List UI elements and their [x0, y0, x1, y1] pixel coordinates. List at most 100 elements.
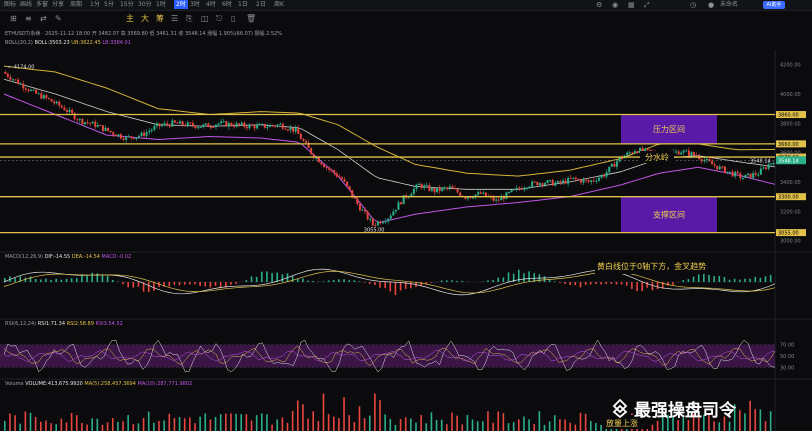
volume-bar — [327, 414, 330, 431]
candle-body — [202, 124, 205, 128]
candle-body — [173, 120, 176, 123]
macd-bar — [651, 282, 654, 291]
candle-body — [726, 171, 729, 174]
candle-body — [582, 179, 585, 183]
candle-body — [523, 188, 526, 190]
candle-body — [297, 127, 300, 134]
candle-body — [335, 173, 338, 177]
macd-bar — [194, 282, 196, 285]
macd-bar — [276, 272, 279, 282]
macd-bar — [625, 282, 628, 286]
volume-bar — [404, 417, 407, 431]
candle-body — [646, 148, 649, 150]
volume-bar — [374, 393, 376, 431]
macd-bar — [728, 279, 731, 282]
candle-body — [222, 121, 225, 123]
volume-bar — [132, 424, 135, 431]
price-axis-tick: 4000.00 — [780, 92, 801, 98]
candle-body — [536, 181, 539, 186]
volume-bar — [466, 414, 469, 431]
macd-bar — [358, 281, 361, 282]
candle-body — [333, 170, 336, 174]
candle-body — [55, 101, 58, 104]
volume-bar — [291, 410, 294, 431]
macd-bar — [230, 282, 232, 285]
candle-body — [446, 187, 449, 189]
macd-bar — [122, 282, 124, 285]
macd-bar — [656, 282, 659, 290]
price-chart[interactable]: 3860.003660.003570.003300.003055.003548.… — [0, 0, 812, 431]
candle-body — [376, 221, 379, 226]
rsi-axis-tick: 70.00 — [780, 343, 794, 349]
candle-body — [325, 167, 328, 169]
macd-bar — [322, 281, 325, 282]
candle-body — [579, 179, 582, 183]
candle-body — [351, 190, 354, 197]
volume-bar — [553, 415, 556, 431]
candle-body — [328, 167, 331, 170]
candle-body — [81, 119, 84, 125]
candle-body — [556, 180, 559, 183]
volume-bar — [50, 423, 52, 431]
candle-body — [711, 161, 714, 165]
candle-body — [559, 180, 562, 183]
candle-body — [752, 173, 755, 178]
volume-bar — [487, 411, 489, 431]
volume-bar — [230, 413, 232, 431]
candle-body — [731, 171, 734, 177]
candle-body — [310, 147, 313, 155]
candle-body — [76, 119, 79, 121]
volume-bar — [106, 422, 109, 431]
macd-bar — [209, 282, 212, 288]
candle-body — [430, 188, 433, 191]
watermark: 最强操盘司令 — [610, 396, 810, 421]
volume-bar — [158, 420, 160, 431]
watermark-text: 最强操盘司令 — [634, 401, 736, 421]
candle-body — [338, 176, 341, 178]
volume-bar — [764, 421, 767, 431]
candle-body — [412, 188, 415, 194]
candle-body — [42, 95, 45, 99]
candle-body — [143, 132, 146, 136]
candle-body — [122, 138, 125, 140]
macd-bar — [605, 282, 607, 285]
volume-bar — [111, 418, 114, 431]
candle-body — [484, 192, 487, 197]
candle-body — [256, 124, 259, 129]
candle-body — [150, 129, 153, 131]
candle-body — [587, 180, 590, 182]
volume-bar — [456, 415, 458, 431]
volume-bar — [307, 418, 309, 431]
macd-bar — [574, 282, 577, 286]
macd-bar — [91, 272, 93, 282]
candle-body — [358, 204, 361, 211]
macd-bar — [327, 280, 330, 282]
candle-body — [14, 79, 17, 81]
volume-bar — [584, 413, 587, 431]
candle-body — [533, 181, 536, 183]
volume-bar — [399, 418, 402, 431]
macd-note: 黄白线位于0轴下方，金叉趋势 — [597, 261, 706, 271]
candle-body — [317, 157, 320, 163]
volume-bar — [29, 412, 32, 431]
candle-body — [266, 126, 269, 128]
macd-bar — [420, 282, 422, 286]
volume-bar — [523, 416, 525, 431]
macd-bar — [682, 280, 685, 282]
macd-bar — [692, 276, 695, 282]
macd-bar — [564, 282, 566, 285]
candle-body — [438, 187, 441, 191]
candle-body — [549, 179, 552, 181]
macd-bar — [389, 282, 392, 292]
candle-body — [127, 136, 130, 138]
volume-bar — [389, 419, 392, 431]
candle-body — [741, 178, 744, 180]
macd-bar — [75, 278, 78, 282]
candle-body — [592, 180, 595, 182]
candle-body — [397, 202, 400, 210]
volume-bar — [569, 422, 571, 431]
candle-body — [53, 101, 56, 104]
macd-bar — [86, 275, 88, 282]
macd-bar — [368, 282, 371, 285]
candle-body — [410, 193, 413, 196]
